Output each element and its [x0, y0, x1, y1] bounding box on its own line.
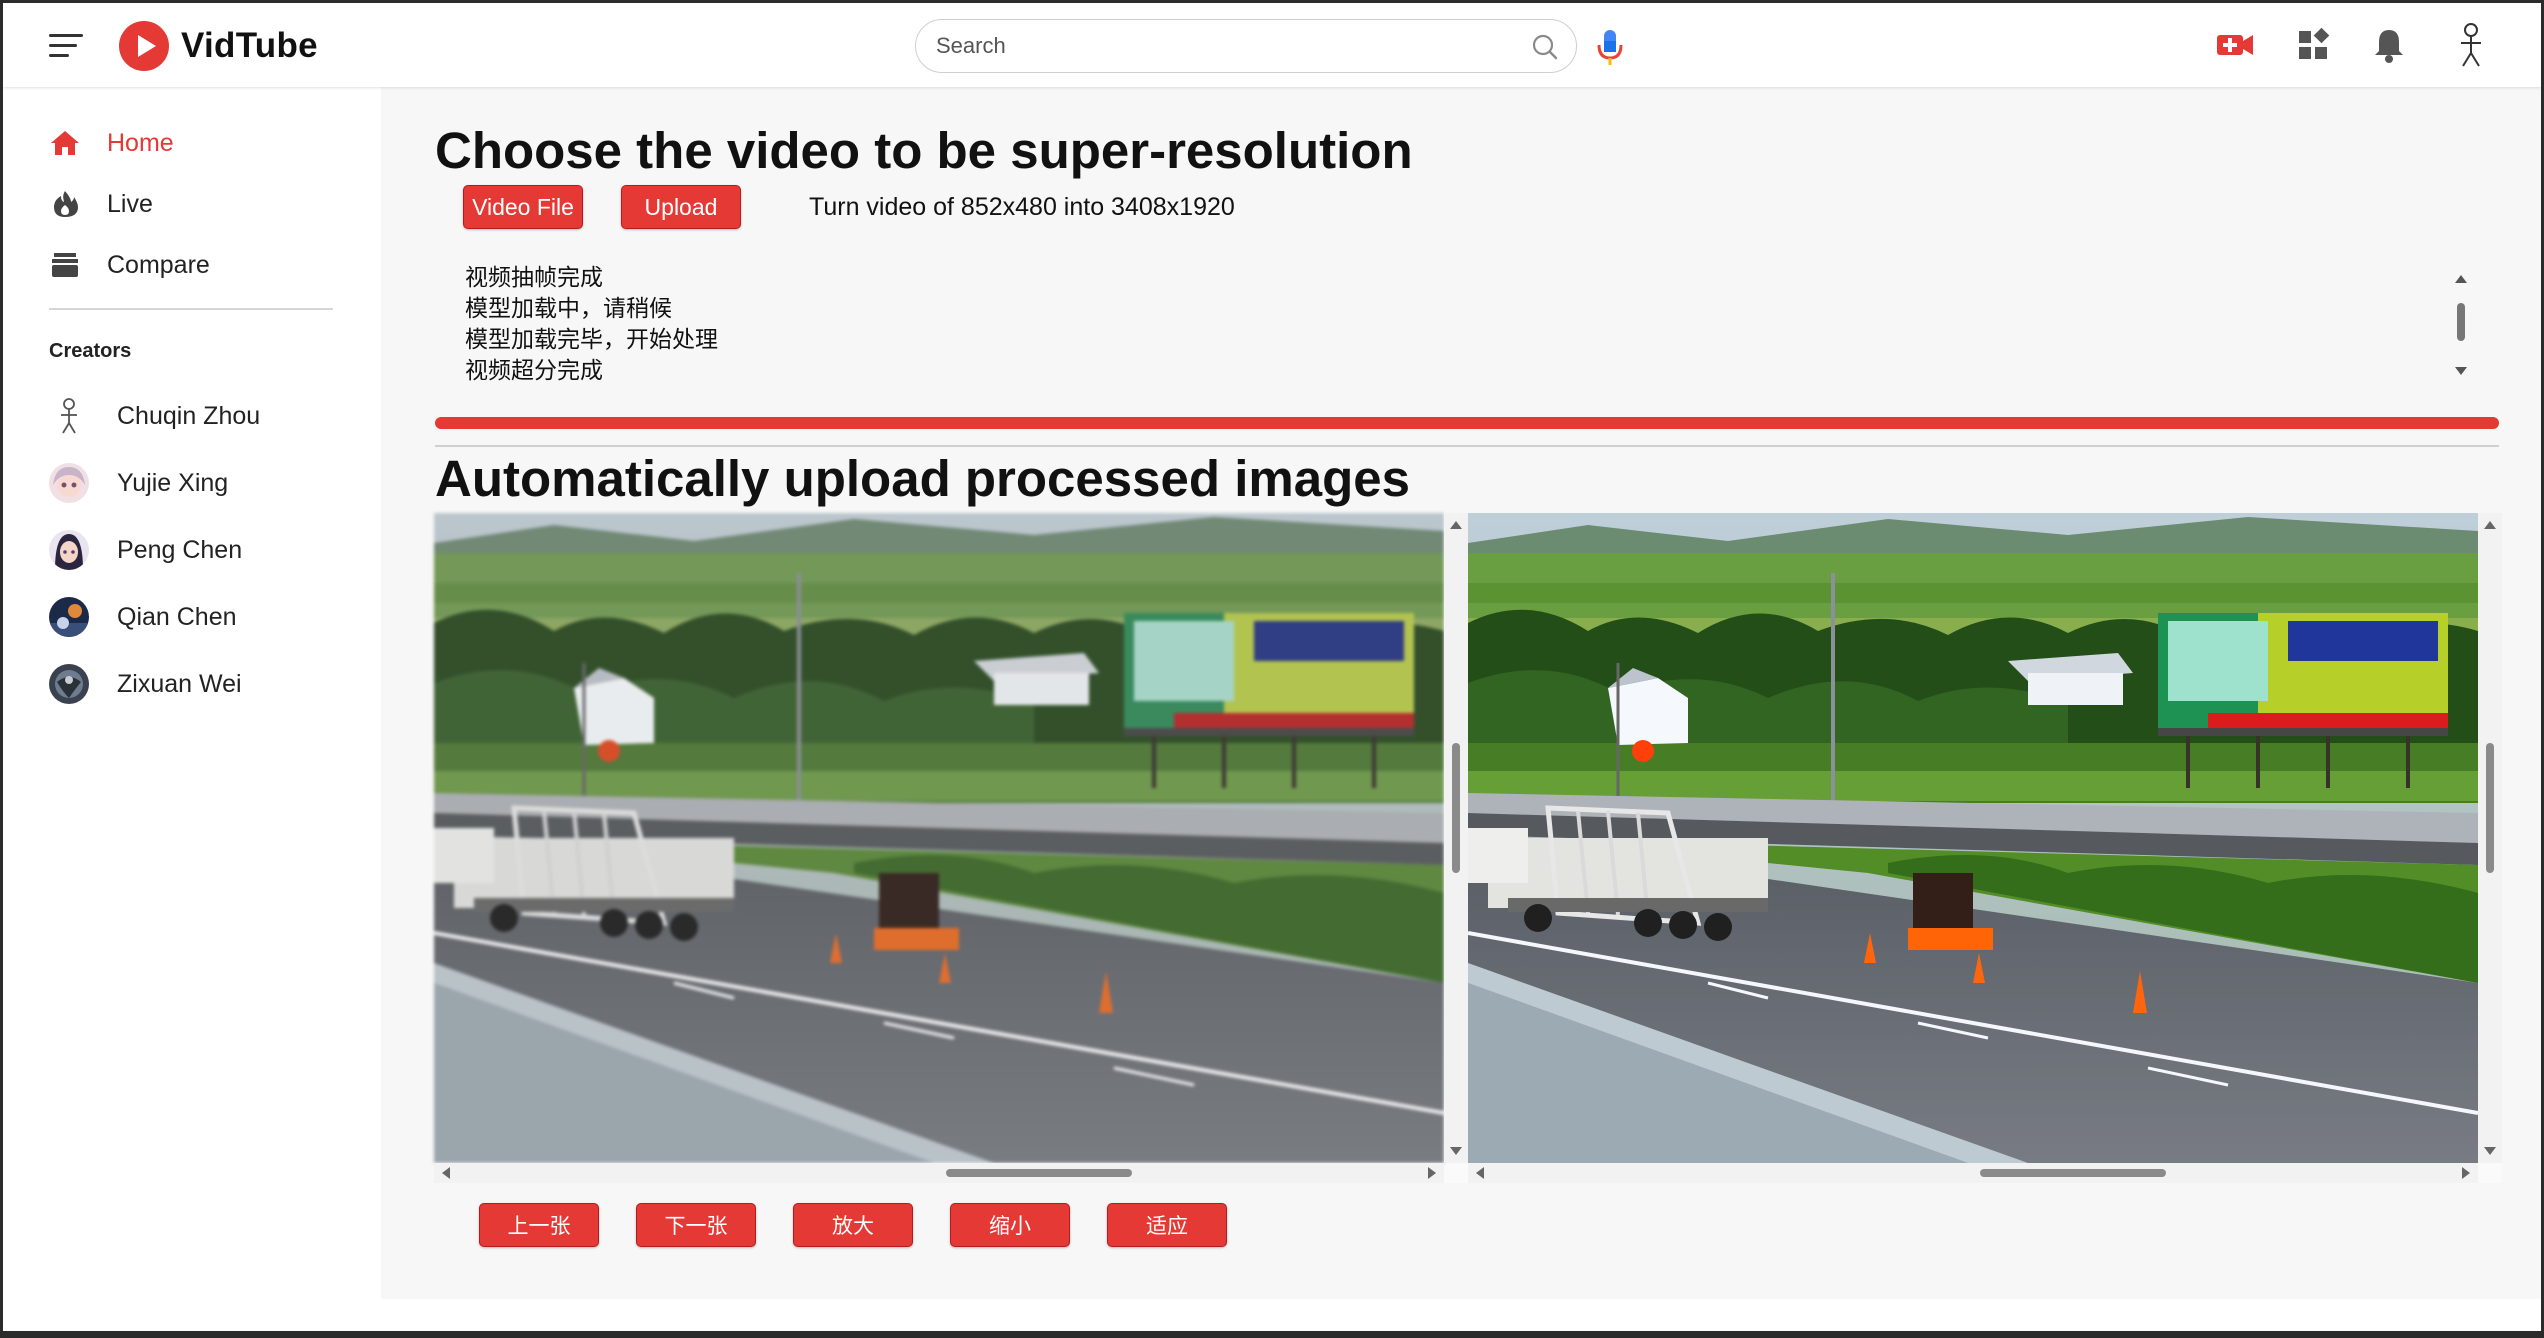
creator-name: Zixuan Wei: [117, 669, 242, 698]
log-line: 模型加载完毕，开始处理: [465, 327, 718, 353]
home-icon: [51, 131, 79, 155]
bottom-strip: [3, 1299, 2541, 1331]
play-logo-icon: [119, 21, 169, 71]
log-line: 模型加载中，请稍候: [465, 296, 672, 322]
avatar: [49, 597, 89, 637]
creator-item[interactable]: Chuqin Zhou: [49, 391, 369, 441]
app-logo[interactable]: VidTube: [119, 21, 318, 71]
menu-icon[interactable]: [49, 31, 85, 61]
resolution-info: Turn video of 852x480 into 3408x1920: [809, 193, 1235, 221]
search-input[interactable]: [936, 30, 1496, 62]
horizontal-scrollbar[interactable]: [434, 1163, 1444, 1183]
section-divider: [435, 445, 2499, 447]
super-resolved-image-viewer[interactable]: [1468, 513, 2502, 1183]
sidebar-item-label: Compare: [107, 250, 210, 279]
mic-icon[interactable]: [1593, 27, 1627, 67]
processing-log: 视频抽帧完成 模型加载中，请稍候 模型加载完毕，开始处理 视频超分完成: [465, 263, 2471, 383]
avatar: [49, 664, 89, 704]
next-image-button[interactable]: 下一张: [636, 1203, 756, 1247]
log-scrollbar[interactable]: [2451, 273, 2471, 377]
creator-name: Yujie Xing: [117, 468, 229, 497]
sidebar: Home Live Compare Creators Chuqin Zhou Y…: [3, 87, 379, 1331]
log-line: 视频抽帧完成: [465, 265, 603, 291]
vertical-scrollbar[interactable]: [1444, 513, 1468, 1163]
top-bar: VidTube: [3, 3, 2541, 87]
sidebar-item-label: Live: [107, 189, 153, 218]
main-content: Choose the video to be super-resolution …: [381, 87, 2541, 1299]
horizontal-scrollbar[interactable]: [1468, 1163, 2478, 1183]
app-name: VidTube: [181, 26, 318, 65]
log-line: 视频超分完成: [465, 358, 603, 383]
search-box: [915, 19, 1577, 73]
original-frame-image: [434, 513, 1444, 1163]
zoom-out-button[interactable]: 缩小: [950, 1203, 1070, 1247]
upload-button[interactable]: Upload: [621, 185, 741, 229]
flame-icon: [54, 191, 78, 217]
app-window: VidTube Search Home Live Compare Creator…: [3, 3, 2541, 1331]
sidebar-item-label: Home: [107, 128, 174, 157]
progress-bar: [435, 417, 2499, 429]
creator-name: Peng Chen: [117, 535, 243, 564]
sidebar-item-home[interactable]: Home: [49, 121, 349, 165]
previous-image-button[interactable]: 上一张: [479, 1203, 599, 1247]
avatar: [49, 463, 89, 503]
bell-icon[interactable]: [2369, 25, 2409, 65]
avatar: [49, 530, 89, 570]
page-title: Choose the video to be super-resolution: [435, 122, 1413, 179]
search-icon[interactable]: [1530, 32, 1560, 62]
sidebar-divider: [49, 308, 333, 310]
creators-heading: Creators: [49, 340, 132, 362]
sidebar-item-live[interactable]: Live: [49, 182, 349, 226]
creator-name: Qian Chen: [117, 602, 237, 631]
stick-figure-avatar-icon: [61, 398, 77, 434]
video-add-icon[interactable]: [2215, 25, 2255, 65]
vertical-scrollbar[interactable]: [2478, 513, 2502, 1163]
apps-icon[interactable]: [2293, 25, 2333, 65]
sidebar-item-compare[interactable]: Compare: [49, 243, 349, 287]
creator-item[interactable]: Zixuan Wei: [49, 659, 369, 709]
zoom-in-button[interactable]: 放大: [793, 1203, 913, 1247]
creator-name: Chuqin Zhou: [117, 401, 261, 430]
stick-figure-avatar-icon[interactable]: [2449, 21, 2493, 69]
creator-item[interactable]: Peng Chen: [49, 525, 369, 575]
video-file-button[interactable]: Video File: [463, 185, 583, 229]
compare-icon: [52, 253, 78, 277]
super-resolved-frame-image: [1468, 513, 2478, 1163]
fit-button[interactable]: 适应: [1107, 1203, 1227, 1247]
original-image-viewer[interactable]: [434, 513, 1468, 1183]
section-title: Automatically upload processed images: [435, 450, 1410, 507]
creator-item[interactable]: Qian Chen: [49, 592, 369, 642]
creator-item[interactable]: Yujie Xing: [49, 458, 369, 508]
